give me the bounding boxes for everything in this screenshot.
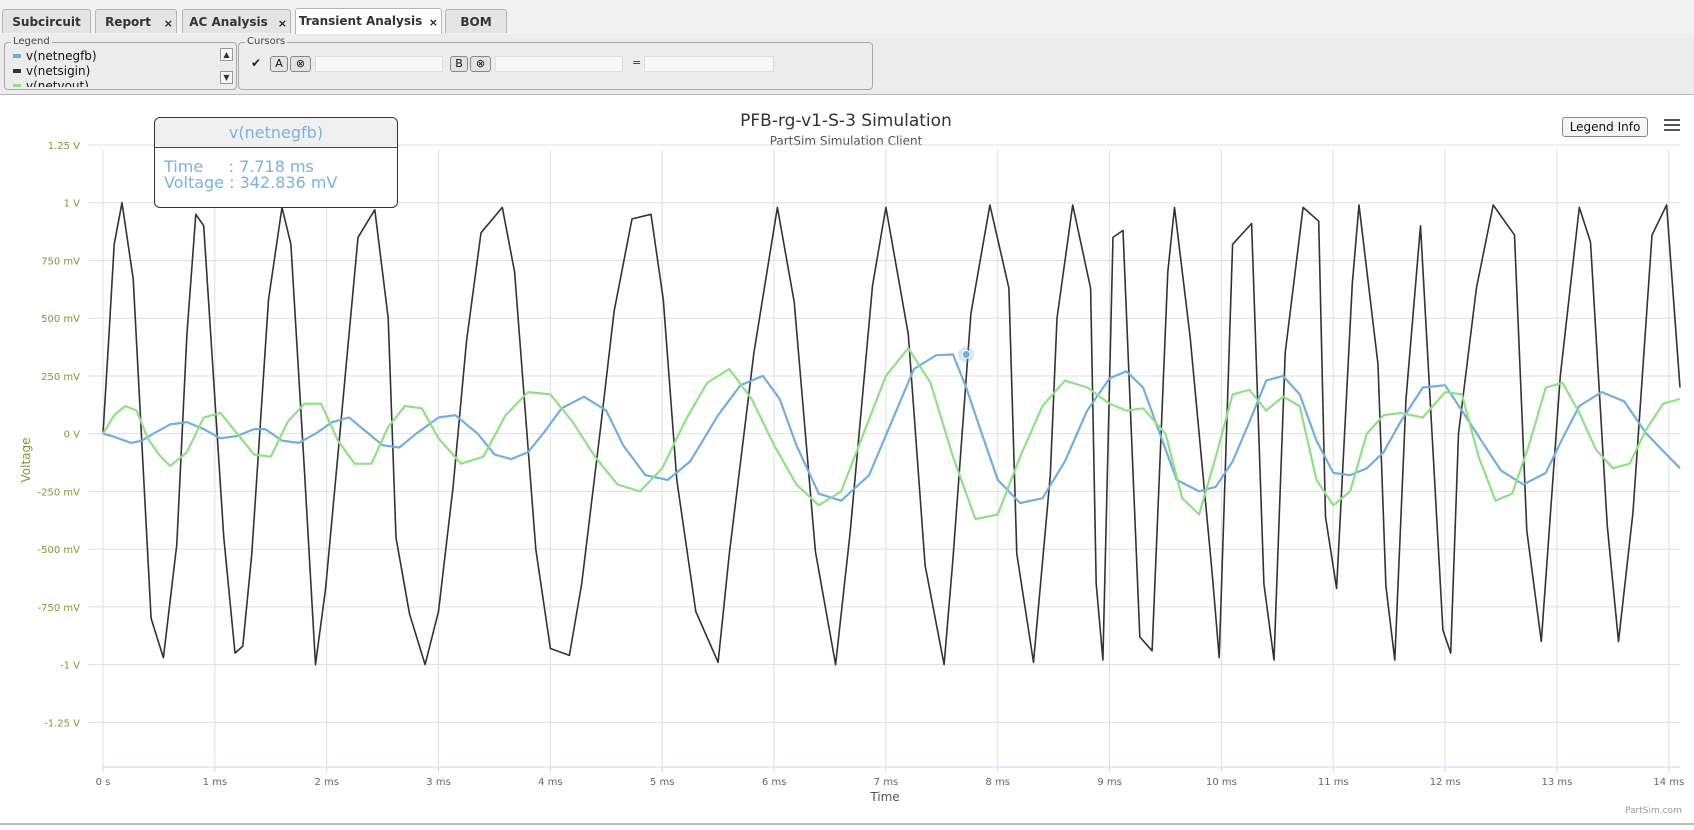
legend-panel: Legend v(netnegfb) v(netsigin) v(netvout… xyxy=(4,36,237,90)
x-tick-label: 10 ms xyxy=(1206,777,1237,788)
close-icon[interactable]: × xyxy=(278,18,287,29)
y-tick-label: 750 mV xyxy=(41,256,80,267)
tab-label: Subcircuit xyxy=(12,15,81,29)
legend-info-button[interactable]: Legend Info xyxy=(1562,117,1648,137)
hover-marker-point xyxy=(961,350,971,360)
legend-swatch xyxy=(13,68,21,73)
legend-list[interactable]: v(netnegfb) v(netsigin) v(netvout) xyxy=(9,49,215,87)
tab-subcircuit[interactable]: Subcircuit xyxy=(2,9,91,33)
x-tick-label: 9 ms xyxy=(1097,777,1122,788)
tab-bar: Subcircuit Report × AC Analysis × Transi… xyxy=(0,0,1694,35)
legend-label: v(netvout) xyxy=(26,79,89,87)
tab-bom[interactable]: BOM xyxy=(445,9,507,33)
y-tick-label: 0 V xyxy=(64,430,81,441)
scroll-down-icon[interactable]: ▼ xyxy=(220,71,233,84)
legend-item[interactable]: v(netsigin) xyxy=(9,64,215,79)
tab-transient-analysis[interactable]: Transient Analysis × xyxy=(295,8,442,34)
x-tick-label: 4 ms xyxy=(538,777,563,788)
x-tick-label: 7 ms xyxy=(874,777,899,788)
tab-label: BOM xyxy=(460,15,492,29)
credit-link[interactable]: PartSim.com xyxy=(1625,806,1682,816)
y-tick-label: -1.25 V xyxy=(44,718,80,729)
x-tick-label: 14 ms xyxy=(1653,777,1684,788)
cursor-a-clear-icon[interactable]: ⊗ xyxy=(290,56,311,72)
legend-label: v(netsigin) xyxy=(26,64,91,78)
legend-item[interactable]: v(netvout) xyxy=(9,79,215,87)
legend-swatch xyxy=(13,53,21,58)
cursors-panel: Cursors ✔ A ⊗ B ⊗ = xyxy=(238,36,873,90)
cursor-delta-field[interactable] xyxy=(644,56,774,72)
cursor-b-button[interactable]: B xyxy=(450,56,468,72)
legend-panel-title: Legend xyxy=(11,36,52,47)
tab-label: Report xyxy=(105,15,151,29)
x-tick-label: 0 s xyxy=(96,777,111,788)
x-tick-label: 6 ms xyxy=(762,777,787,788)
y-tick-label: -500 mV xyxy=(38,545,81,556)
tab-ac-analysis[interactable]: AC Analysis × xyxy=(182,9,291,33)
y-tick-label: 500 mV xyxy=(41,314,80,325)
x-tick-label: 11 ms xyxy=(1318,777,1349,788)
close-icon[interactable]: × xyxy=(429,17,438,28)
x-tick-label: 3 ms xyxy=(426,777,451,788)
chart-title: PFB-rg-v1-S-3 Simulation xyxy=(740,111,952,131)
tooltip-voltage: Voltage : 342.836 mV xyxy=(164,173,338,192)
y-tick-label: -250 mV xyxy=(38,487,81,498)
x-tick-label: 12 ms xyxy=(1430,777,1461,788)
close-icon[interactable]: × xyxy=(164,18,173,29)
chart-marker xyxy=(958,346,975,363)
cursor-a-button[interactable]: A xyxy=(270,56,288,72)
x-tick-label: 2 ms xyxy=(314,777,339,788)
x-tick-label: 5 ms xyxy=(650,777,675,788)
y-tick-label: 250 mV xyxy=(41,372,80,383)
chart-grid xyxy=(88,144,1680,772)
x-tick-label: 13 ms xyxy=(1542,777,1573,788)
tooltip-series-name: v(netnegfb) xyxy=(155,118,397,148)
x-axis-ticks: 0 s 1 ms 2 ms 3 ms 4 ms 5 ms 6 ms 7 ms 8 ms 9 ms 1… xyxy=(96,777,1685,788)
cursor-delta-equals: = xyxy=(632,56,642,69)
tab-label: Transient Analysis xyxy=(298,14,423,28)
legend-label: v(netnegfb) xyxy=(26,49,97,63)
legend-swatch xyxy=(13,83,21,87)
cursors-enable-checkbox[interactable]: ✔ xyxy=(251,56,265,70)
y-tick-label: 1.25 V xyxy=(48,141,80,152)
x-tick-label: 1 ms xyxy=(203,777,228,788)
cursor-b-value-field[interactable] xyxy=(495,56,623,72)
scroll-up-icon[interactable]: ▲ xyxy=(220,48,233,61)
cursors-panel-title: Cursors xyxy=(245,36,288,47)
tab-report[interactable]: Report × xyxy=(95,9,177,33)
x-tick-label: 8 ms xyxy=(986,777,1011,788)
legend-item[interactable]: v(netnegfb) xyxy=(9,49,215,64)
cursor-a-value-field[interactable] xyxy=(315,56,443,72)
bottom-divider xyxy=(0,823,1694,825)
y-tick-label: -750 mV xyxy=(38,603,81,614)
hover-tooltip: v(netnegfb) Time : 7.718 ms Voltage : 34… xyxy=(154,117,398,208)
y-axis-label: Voltage xyxy=(19,437,33,482)
y-tick-label: 1 V xyxy=(64,199,81,210)
tab-label: AC Analysis xyxy=(189,15,268,29)
y-tick-label: -1 V xyxy=(60,661,80,672)
chart-subtitle: PartSim Simulation Client xyxy=(770,134,923,148)
cursor-b-clear-icon[interactable]: ⊗ xyxy=(470,56,491,72)
toolbar: Legend v(netnegfb) v(netsigin) v(netvout… xyxy=(0,34,1694,95)
x-axis-label: Time xyxy=(869,790,899,804)
y-axis-ticks: 1.25 V 1 V 750 mV 500 mV 250 mV 0 V -250 mV -50… xyxy=(38,141,81,729)
chart-menu-icon[interactable] xyxy=(1661,116,1683,138)
